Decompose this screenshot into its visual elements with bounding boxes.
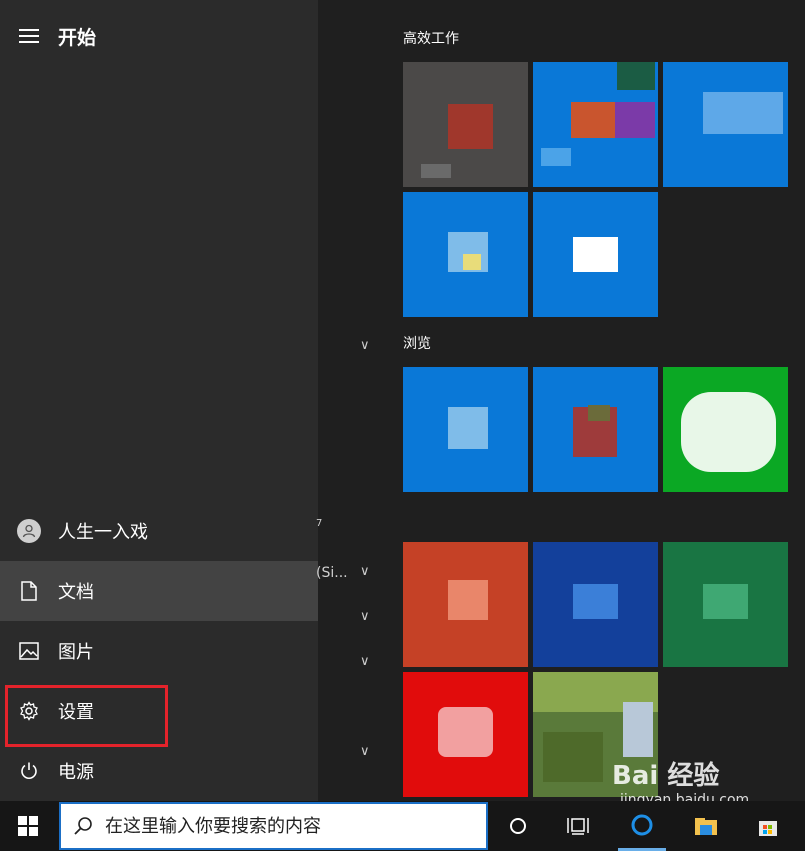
windows-logo-icon[interactable]	[0, 801, 56, 851]
taskbar-search-box[interactable]	[59, 802, 488, 850]
search-icon	[61, 816, 105, 836]
app-tile[interactable]	[403, 192, 528, 317]
edge-browser-icon[interactable]	[618, 801, 666, 851]
app-list-fragment: 7	[316, 518, 323, 529]
app-tile[interactable]	[403, 367, 528, 492]
nav-item-power[interactable]: 电源	[0, 741, 318, 801]
document-icon	[0, 581, 58, 601]
chevron-down-icon[interactable]: ∨	[360, 744, 370, 759]
app-tile[interactable]	[663, 367, 788, 492]
nav-item-documents[interactable]: 文档	[0, 561, 318, 621]
circle-icon[interactable]	[494, 801, 542, 851]
power-icon	[0, 761, 58, 781]
start-title: 开始	[58, 26, 97, 49]
settings-highlight-box	[5, 685, 168, 747]
search-input[interactable]	[105, 815, 465, 837]
chevron-down-icon[interactable]: ∨	[360, 338, 370, 353]
user-account-item[interactable]: 人生一入戏	[0, 501, 318, 561]
chevron-down-icon[interactable]: ∨	[360, 609, 370, 624]
tile-group-label: 高效工作	[403, 31, 459, 47]
store-icon[interactable]	[744, 801, 792, 851]
chevron-down-icon[interactable]: ∨	[360, 564, 370, 579]
app-tile[interactable]	[663, 62, 788, 187]
app-tile[interactable]	[533, 542, 658, 667]
app-list-fragment: (Si...	[316, 565, 348, 581]
app-tile[interactable]	[533, 62, 658, 187]
nav-item-pictures[interactable]: 图片	[0, 621, 318, 681]
hamburger-icon[interactable]	[0, 0, 58, 72]
app-tile[interactable]	[533, 192, 658, 317]
user-name: 人生一入戏	[58, 522, 148, 543]
app-tile[interactable]	[663, 542, 788, 667]
app-list-strip: ∨ 7 (Si... ∨ ∨ ∨ ∨	[316, 0, 390, 801]
nav-item-label: 电源	[58, 762, 94, 783]
chevron-down-icon[interactable]: ∨	[360, 654, 370, 669]
nav-item-label: 文档	[58, 582, 94, 603]
task-view-icon[interactable]	[554, 801, 602, 851]
tile-group-label: 浏览	[403, 336, 431, 352]
image-icon	[0, 642, 58, 660]
app-tile[interactable]	[533, 367, 658, 492]
app-tile[interactable]	[403, 672, 528, 797]
app-tile[interactable]	[403, 542, 528, 667]
taskbar	[0, 801, 805, 851]
nav-item-label: 图片	[58, 642, 94, 663]
file-explorer-icon[interactable]	[682, 801, 730, 851]
app-tile[interactable]	[403, 62, 528, 187]
start-menu-screen: 开始 人生一入戏 文档 图片 设置 电源 ∨ 7 (Si... ∨ ∨ ∨ ∨ …	[0, 0, 805, 851]
start-nav-panel: 开始 人生一入戏 文档 图片 设置 电源	[0, 0, 318, 801]
start-header: 开始	[0, 0, 318, 72]
user-avatar-icon	[0, 519, 58, 543]
